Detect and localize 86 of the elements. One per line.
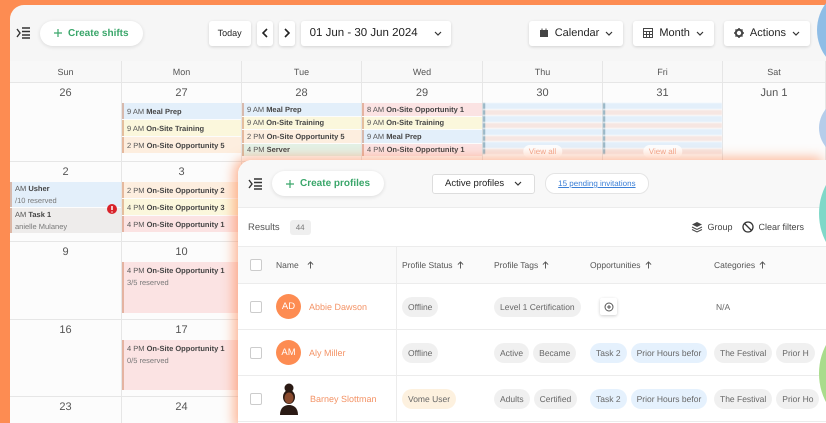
sort-arrow-icon[interactable] (759, 261, 766, 269)
sort-arrow-icon[interactable] (542, 261, 550, 269)
category-text: N/A (715, 302, 730, 312)
column-header[interactable]: Name (276, 260, 299, 270)
today-button[interactable]: Today (208, 20, 251, 46)
opportunity-tag: Task 2 (590, 342, 627, 362)
weekday-label: Sat (767, 66, 781, 76)
chevron-down-icon (792, 30, 800, 36)
opportunity-tag: Task 2 (590, 388, 627, 408)
menu-icon[interactable] (248, 178, 262, 190)
avatar: AM (276, 340, 301, 365)
weekday-label: Mon (172, 66, 190, 76)
day-number: 27 (175, 87, 188, 99)
opportunity-tag: Prior Hours befor (630, 388, 708, 408)
column-header[interactable]: Profile Status (402, 260, 453, 270)
weekday-label: Tue (294, 66, 310, 76)
category-tag: The Festival (714, 342, 772, 362)
profile-tag: Adults (494, 388, 530, 408)
day-number: 10 (175, 246, 188, 258)
next-button[interactable] (278, 20, 295, 46)
day-number: 9 (62, 246, 69, 258)
profile-tag: Became (533, 342, 576, 362)
profile-tag: Level 1 Certification (494, 296, 581, 316)
toolbar-action[interactable]: Clear filters (742, 221, 804, 233)
row-checkbox[interactable] (250, 346, 262, 358)
weekday-label: Wed (412, 66, 432, 76)
select-all-checkbox[interactable] (250, 259, 262, 271)
chevron-down-icon (514, 181, 522, 186)
view-dropdown[interactable]: Month (633, 20, 714, 46)
view-dropdown[interactable]: Actions (724, 20, 810, 46)
view-dropdown[interactable]: Calendar (528, 20, 624, 46)
profile-tag: Certified (534, 388, 578, 408)
date-range-dropdown[interactable]: 01 Jun - 30 Jun 2024 (300, 20, 451, 46)
sort-arrow-icon[interactable] (644, 261, 652, 269)
day-number: 24 (175, 401, 188, 413)
row-checkbox[interactable] (250, 300, 262, 312)
opportunity-tag: Prior Hours befor (630, 342, 708, 362)
day-number: 16 (59, 324, 72, 336)
menu-icon[interactable] (16, 27, 30, 39)
day-number: Jun 1 (760, 87, 788, 99)
day-number: 23 (59, 401, 72, 413)
status-tag: Offline (402, 342, 438, 362)
chevron-right-icon (284, 28, 290, 38)
weekday-label: Sun (57, 66, 74, 76)
add-button[interactable] (600, 298, 617, 315)
plus-icon (54, 29, 62, 37)
settings-icon (734, 28, 744, 38)
day-number: 28 (295, 87, 308, 99)
chevron-down-icon (605, 30, 614, 36)
category-tag: Prior H (776, 342, 815, 362)
category-tag: The Festival (714, 388, 772, 408)
ban-icon (742, 221, 754, 233)
chevron-left-icon (262, 28, 268, 38)
toolbar-action[interactable]: Group (691, 221, 732, 233)
profile-filter-dropdown[interactable]: Active profiles (432, 174, 536, 194)
results-count: 44 (290, 220, 311, 234)
column-header[interactable]: Opportunities (590, 260, 641, 270)
sort-arrow-icon[interactable] (306, 261, 314, 269)
day-number: 26 (59, 87, 72, 99)
chevron-down-icon (696, 30, 704, 36)
status-tag: Offline (402, 296, 438, 316)
chevron-down-icon (434, 30, 442, 36)
sort-arrow-icon[interactable] (456, 261, 464, 269)
weekday-label: Thu (534, 66, 550, 76)
category-tag: Prior Ho (776, 388, 820, 408)
grid-icon (643, 28, 654, 38)
column-header[interactable]: Profile Tags (494, 260, 538, 270)
profile-tag: Active (494, 342, 530, 362)
avatar: AD (276, 294, 301, 319)
day-number: 29 (416, 87, 428, 99)
calendar-icon (538, 28, 549, 38)
day-number: 31 (656, 87, 669, 99)
layers-icon (691, 221, 704, 233)
status-tag: Vome User (402, 388, 456, 408)
weekday-label: Fri (657, 66, 668, 76)
day-number: 30 (536, 87, 549, 99)
previous-button[interactable] (256, 20, 273, 46)
day-number: 17 (175, 324, 188, 336)
plus-icon (286, 180, 294, 188)
day-number: 3 (178, 166, 185, 178)
column-header[interactable]: Categories (714, 260, 756, 270)
results-label: Results (248, 222, 280, 232)
pending-invitations-link[interactable]: 15 pending invitations (545, 173, 649, 194)
row-checkbox[interactable] (250, 392, 262, 404)
day-number: 2 (62, 166, 69, 178)
plus-circle-icon (604, 302, 614, 312)
